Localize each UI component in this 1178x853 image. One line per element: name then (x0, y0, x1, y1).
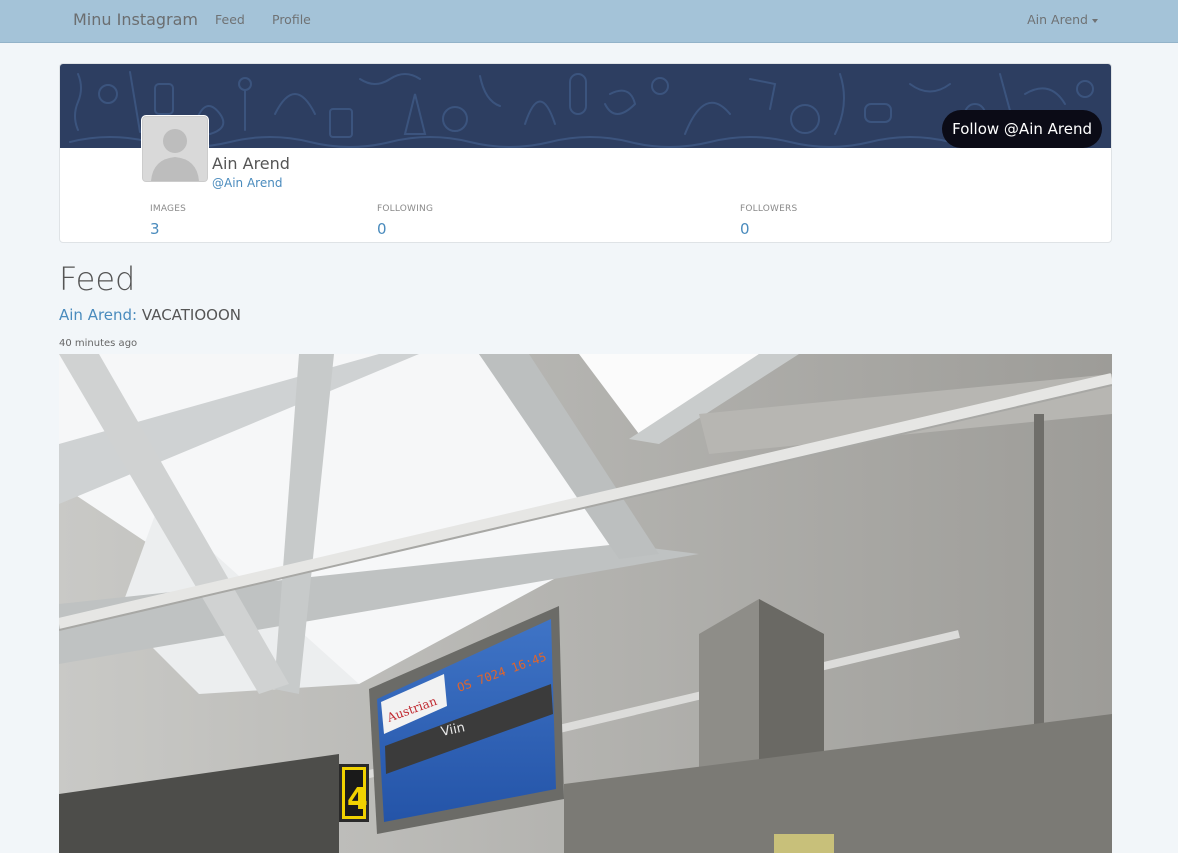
airport-photo: Austrian OS 7024 16:45 Viin 4 (59, 354, 1112, 853)
post-caption: Ain Arend: VACATIOOON (59, 306, 241, 324)
stat-images-label: IMAGES (150, 204, 186, 214)
profile-handle-link[interactable]: @Ain Arend (212, 176, 282, 190)
stat-followers-label: FOLLOWERS (740, 204, 798, 214)
feed-title: Feed (59, 260, 136, 298)
nav-profile-link[interactable]: Profile (272, 12, 311, 27)
default-user-icon (143, 117, 207, 181)
follow-button[interactable]: Follow @Ain Arend (942, 110, 1102, 148)
user-menu-label: Ain Arend (1027, 12, 1088, 27)
user-menu-dropdown[interactable]: Ain Arend (1027, 12, 1098, 27)
profile-card: Follow @Ain Arend Ain Arend @Ain Arend I… (59, 63, 1112, 243)
profile-avatar (142, 116, 208, 182)
gate-number: 4 (347, 782, 368, 817)
post-author-link[interactable]: Ain Arend: (59, 306, 137, 324)
stat-followers-value[interactable]: 0 (740, 220, 750, 238)
post-caption-text: VACATIOOON (137, 306, 241, 324)
top-navbar: Minu Instagram Feed Profile Ain Arend (0, 0, 1178, 43)
post-image[interactable]: Austrian OS 7024 16:45 Viin 4 (59, 354, 1112, 853)
caret-down-icon (1092, 18, 1098, 23)
stat-images-value[interactable]: 3 (150, 220, 160, 238)
post-timestamp: 40 minutes ago (59, 338, 138, 349)
stat-following-value[interactable]: 0 (377, 220, 387, 238)
nav-feed-link[interactable]: Feed (215, 12, 245, 27)
stat-following-label: FOLLOWING (377, 204, 434, 214)
brand-link[interactable]: Minu Instagram (73, 10, 198, 29)
profile-name: Ain Arend (212, 154, 290, 173)
